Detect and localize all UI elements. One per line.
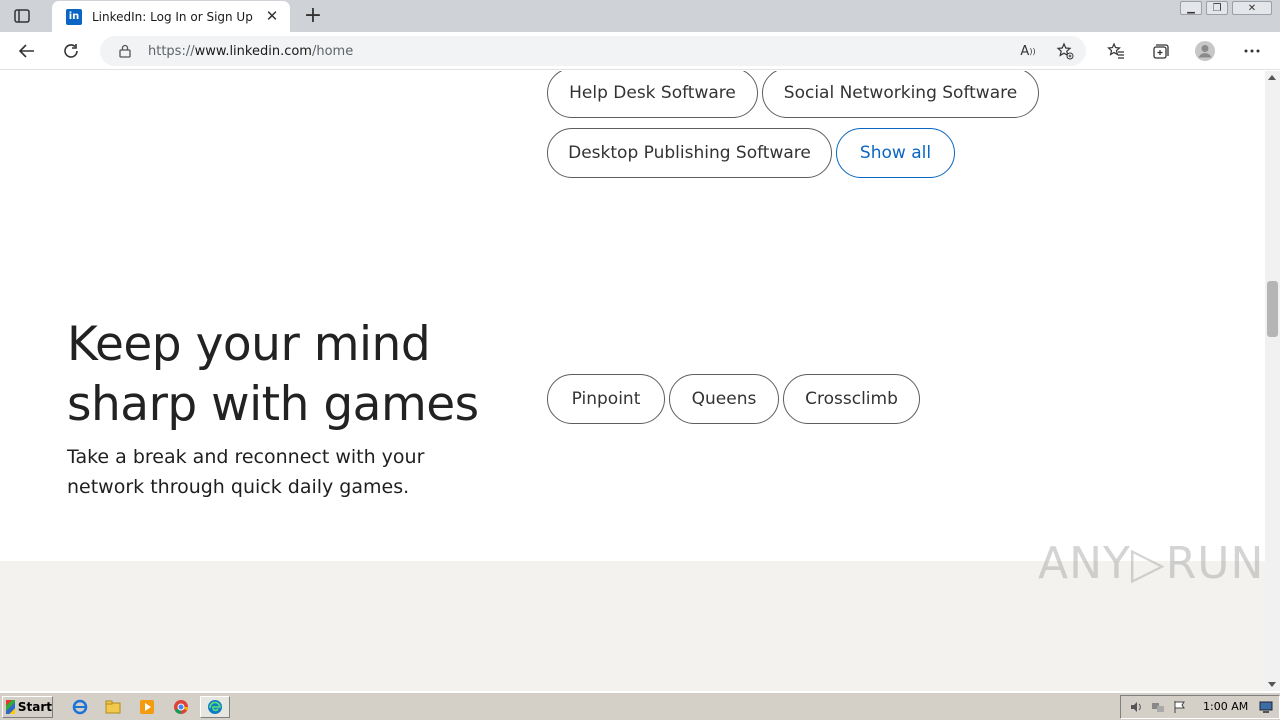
url-prefix: https://: [148, 43, 195, 59]
pill-help-desk-software[interactable]: Help Desk Software: [547, 71, 758, 118]
game-pill-pinpoint[interactable]: Pinpoint: [547, 374, 665, 424]
flag-icon[interactable]: [1173, 700, 1187, 714]
read-aloud-label: A: [1020, 43, 1030, 59]
browser-tab[interactable]: in LinkedIn: Log In or Sign Up ✕: [52, 1, 290, 32]
show-all-button[interactable]: Show all: [836, 128, 955, 178]
add-favorite-icon[interactable]: [1055, 41, 1075, 61]
read-aloud-icon[interactable]: A)): [1018, 41, 1038, 61]
display-icon[interactable]: [1259, 700, 1273, 714]
address-bar[interactable]: https://www.linkedin.com/home A)): [100, 36, 1086, 66]
refresh-icon[interactable]: [60, 40, 82, 62]
scroll-thumb[interactable]: [1267, 281, 1278, 337]
close-icon[interactable]: ✕: [264, 7, 280, 25]
system-tray: 1:00 AM: [1120, 695, 1280, 719]
minimize-button[interactable]: ▁: [1180, 1, 1202, 15]
more-icon[interactable]: [1241, 40, 1263, 62]
game-pill-crossclimb[interactable]: Crossclimb: [783, 374, 920, 424]
collections-icon[interactable]: [1149, 40, 1171, 62]
scroll-up-icon[interactable]: [1268, 75, 1276, 80]
back-icon[interactable]: [16, 40, 38, 62]
windows-flag-icon: [6, 700, 15, 714]
linkedin-favicon: in: [66, 8, 82, 25]
start-button[interactable]: Start: [2, 696, 53, 718]
games-subtext: Take a break and reconnect with your net…: [67, 446, 425, 498]
volume-icon[interactable]: [1129, 700, 1143, 714]
tab-strip: in LinkedIn: Log In or Sign Up ✕ + ▁ ❐ ✕: [0, 0, 1280, 32]
restore-button[interactable]: ❐: [1206, 1, 1228, 15]
explorer-icon[interactable]: [104, 698, 122, 716]
window-controls: ▁ ❐ ✕: [1180, 1, 1272, 15]
plus-icon[interactable]: +: [302, 5, 324, 27]
headline-line-1: Keep your mind: [67, 317, 431, 372]
start-label: Start: [17, 700, 52, 714]
profile-icon[interactable]: [1194, 40, 1216, 62]
url-text[interactable]: https://www.linkedin.com/home: [148, 44, 353, 59]
clock: 1:00 AM: [1203, 700, 1249, 713]
taskbar: Start 1:00 AM: [0, 692, 1280, 720]
media-player-icon[interactable]: [138, 698, 156, 716]
vertical-scrollbar[interactable]: [1265, 71, 1280, 691]
browser-toolbar: https://www.linkedin.com/home A)): [0, 32, 1280, 70]
favorites-icon[interactable]: [1105, 40, 1127, 62]
headline-line-2: sharp with games: [67, 377, 479, 432]
url-host: www.linkedin.com: [194, 43, 312, 59]
chrome-icon[interactable]: [172, 698, 190, 716]
page-viewport: Help Desk Software Social Networking Sof…: [0, 71, 1265, 691]
pill-social-networking-software[interactable]: Social Networking Software: [762, 71, 1039, 118]
edge-icon[interactable]: [200, 696, 230, 718]
network-icon[interactable]: [1151, 700, 1165, 714]
ie-icon[interactable]: [71, 698, 89, 716]
games-headline: Keep your mind sharp with games: [67, 315, 487, 435]
url-path: /home: [311, 43, 354, 59]
window-close-button[interactable]: ✕: [1232, 1, 1272, 15]
lock-icon[interactable]: [118, 44, 132, 58]
scroll-down-icon[interactable]: [1268, 682, 1276, 687]
tab-title: LinkedIn: Log In or Sign Up: [92, 9, 253, 24]
game-pill-queens[interactable]: Queens: [669, 374, 779, 424]
tab-actions-icon[interactable]: [12, 7, 32, 25]
anyrun-watermark: ANY▷RUN: [1038, 538, 1265, 589]
pill-desktop-publishing-software[interactable]: Desktop Publishing Software: [547, 128, 832, 178]
